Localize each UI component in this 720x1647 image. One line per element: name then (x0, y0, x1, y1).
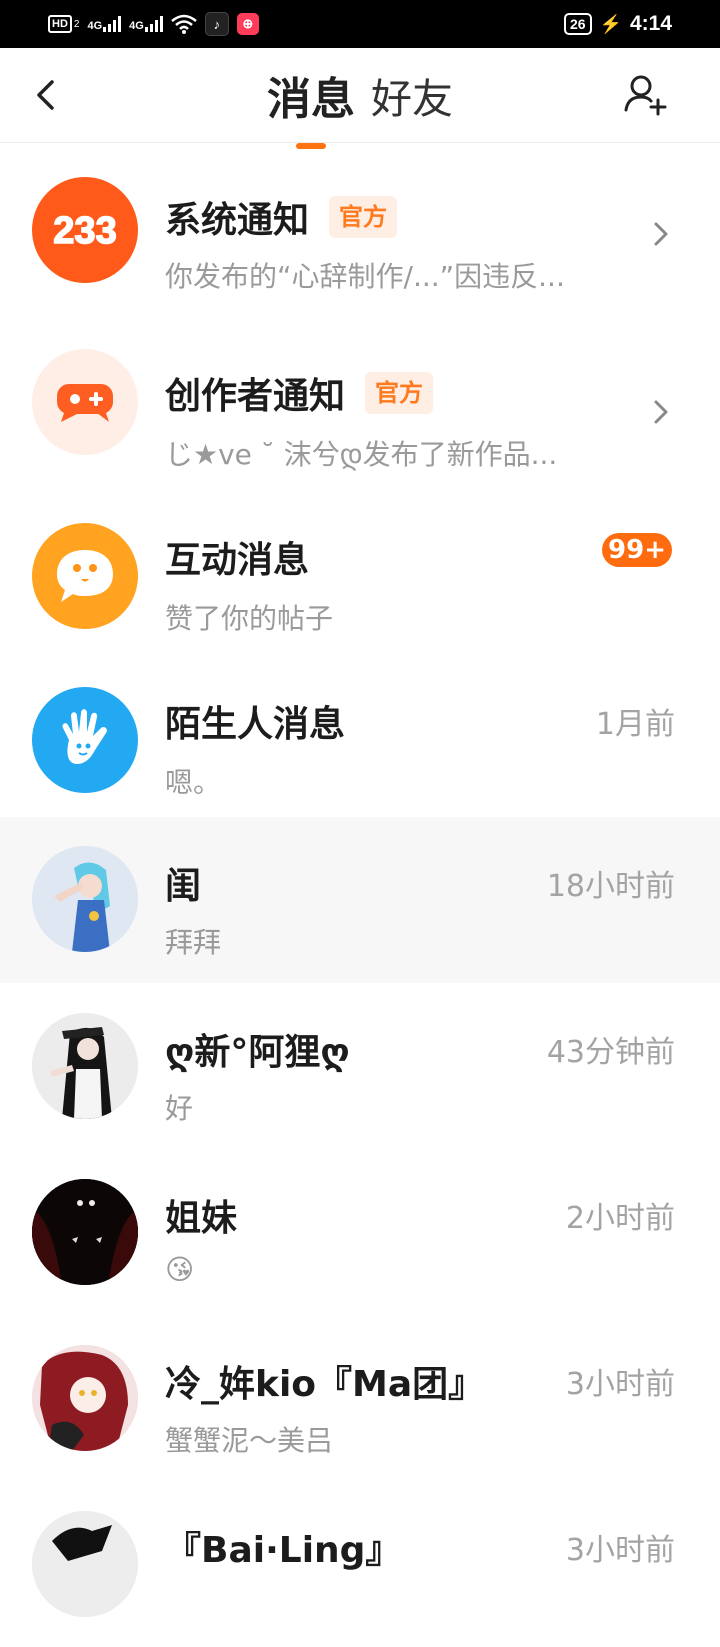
list-item-title: 系统通知 官方 (165, 191, 398, 243)
charging-icon: ⚡ (599, 13, 622, 34)
svg-text:233: 233 (53, 210, 116, 250)
list-item-preview: 拜拜 (165, 926, 222, 959)
wifi-icon (171, 14, 197, 34)
list-item-chat[interactable]: 『Bai·Ling』 3小时前 (0, 1481, 720, 1647)
list-item-title: 闺 (165, 857, 201, 909)
list-item-time: 3小时前 (565, 1533, 675, 1568)
sim-slot-label: 2 (73, 18, 80, 30)
233-logo-icon: 233 (53, 210, 118, 250)
list-item-preview: 好 (165, 1092, 194, 1125)
list-item-preview: 蟹蟹泥～美吕 (165, 1424, 334, 1457)
signal-icon: 4G (129, 16, 163, 32)
list-item-title: 创作者通知 官方 (165, 367, 434, 419)
add-friend-icon[interactable] (622, 70, 670, 120)
unread-count-badge: 99+ (602, 533, 672, 567)
list-item-time: 3小时前 (565, 1367, 675, 1402)
title-text: 创作者通知 (165, 376, 346, 417)
tiktok-app-icon: ♪ (204, 12, 229, 36)
hand-icon (62, 709, 107, 764)
signal-icon: 4G (87, 16, 122, 32)
list-item-time: 18小时前 (546, 869, 675, 904)
header: 消息 好友 (0, 48, 720, 149)
list-item-preview: じ★ve ˘ 沫兮დ发布了新作品... (165, 438, 558, 471)
hand-avatar (32, 687, 138, 793)
list-item-preview: 赞了你的帖子 (165, 602, 334, 635)
chat-face-avatar (32, 523, 138, 629)
list-item-interaction[interactable]: 互动消息 赞了你的帖子 99+ (0, 487, 720, 651)
tab-friends-label: 好友 (371, 75, 453, 123)
list-item-title: 互动消息 (165, 531, 309, 583)
user-avatar (32, 1345, 138, 1451)
list-item-stranger[interactable]: 陌生人消息 嗯。 1月前 (0, 651, 720, 817)
avatar-illustration (32, 1345, 138, 1451)
list-item-title: ღ新°阿狸ღ (165, 1023, 350, 1075)
title-text: 陌生人消息 (165, 704, 346, 745)
network-type-2: 4G (129, 20, 144, 32)
tab-friends[interactable]: 好友 (367, 65, 457, 125)
avatar-illustration (32, 1179, 138, 1285)
list-item-title: 姐妹 (165, 1189, 237, 1241)
clock: 4:14 (629, 12, 672, 35)
official-badge: 官方 (329, 196, 398, 238)
title-text: 闺 (165, 866, 202, 907)
status-bar-right: 26 ⚡ 4:14 (563, 12, 672, 36)
user-avatar (32, 1511, 138, 1617)
official-badge: 官方 (365, 372, 434, 414)
list-item-chat[interactable]: 姐妹 😘 2小时前 (0, 1149, 720, 1315)
network-type-1: 4G (87, 20, 103, 32)
list-item-time: 2小时前 (565, 1201, 675, 1236)
tab-messages[interactable]: 消息 (263, 63, 359, 149)
chevron-right-icon (654, 222, 668, 246)
user-avatar (32, 1179, 138, 1285)
title-text: 互动消息 (165, 540, 310, 581)
list-item-creator-notice[interactable]: 创作者通知 官方 じ★ve ˘ 沫兮დ发布了新作品... (0, 309, 720, 487)
chevron-right-icon (654, 400, 668, 424)
list-item-title: 冷_姩kio『Ma团』 (165, 1355, 484, 1407)
status-bar-left: HD 2 4G 4G ♪ ⊕ (48, 12, 259, 36)
list-item-system-notice[interactable]: 233 系统通知 官方 你发布的“心辞制作/...”因违反... (0, 143, 720, 309)
message-list: 233 系统通知 官方 你发布的“心辞制作/...”因违反... 创作者通知 官… (0, 143, 720, 1647)
gamepad-avatar (32, 349, 138, 455)
list-item-chat[interactable]: 闺 拜拜 18小时前 (0, 817, 720, 983)
tab-bar: 消息 好友 (0, 48, 720, 149)
avatar-illustration (32, 846, 138, 952)
title-text: 系统通知 (165, 200, 310, 241)
title-text: ღ新°阿狸ღ (165, 1032, 350, 1073)
title-text: 『Bai·Ling』 (165, 1530, 402, 1571)
gamepad-icon (57, 384, 113, 422)
list-item-title: 『Bai·Ling』 (165, 1521, 401, 1573)
status-bar: HD 2 4G 4G ♪ ⊕ 26 ⚡ 4:14 (0, 0, 720, 48)
title-text: 冷_姩kio『Ma团』 (165, 1364, 485, 1405)
hd-icon: HD (48, 15, 72, 33)
avatar-illustration (32, 1511, 138, 1617)
list-item-title: 陌生人消息 (165, 695, 345, 747)
list-item-chat[interactable]: ღ新°阿狸ღ 好 43分钟前 (0, 983, 720, 1149)
list-item-time: 43分钟前 (546, 1035, 675, 1070)
list-item-preview: 😘 (165, 1253, 195, 1286)
title-text: 姐妹 (165, 1198, 238, 1239)
avatar-illustration (32, 1013, 138, 1119)
list-item-chat[interactable]: 冷_姩kio『Ma团』 蟹蟹泥～美吕 3小时前 (0, 1315, 720, 1481)
233-logo-avatar: 233 (32, 177, 138, 283)
tab-messages-label: 消息 (267, 74, 355, 125)
chat-face-icon (57, 550, 113, 602)
list-item-preview: 嗯。 (165, 766, 222, 799)
battery-indicator: 26 (563, 13, 592, 35)
user-avatar (32, 1013, 138, 1119)
list-item-time: 1月前 (595, 707, 675, 742)
list-item-preview: 你发布的“心辞制作/...”因违反... (165, 260, 565, 293)
233-app-icon: ⊕ (236, 13, 259, 35)
user-avatar (32, 846, 138, 952)
